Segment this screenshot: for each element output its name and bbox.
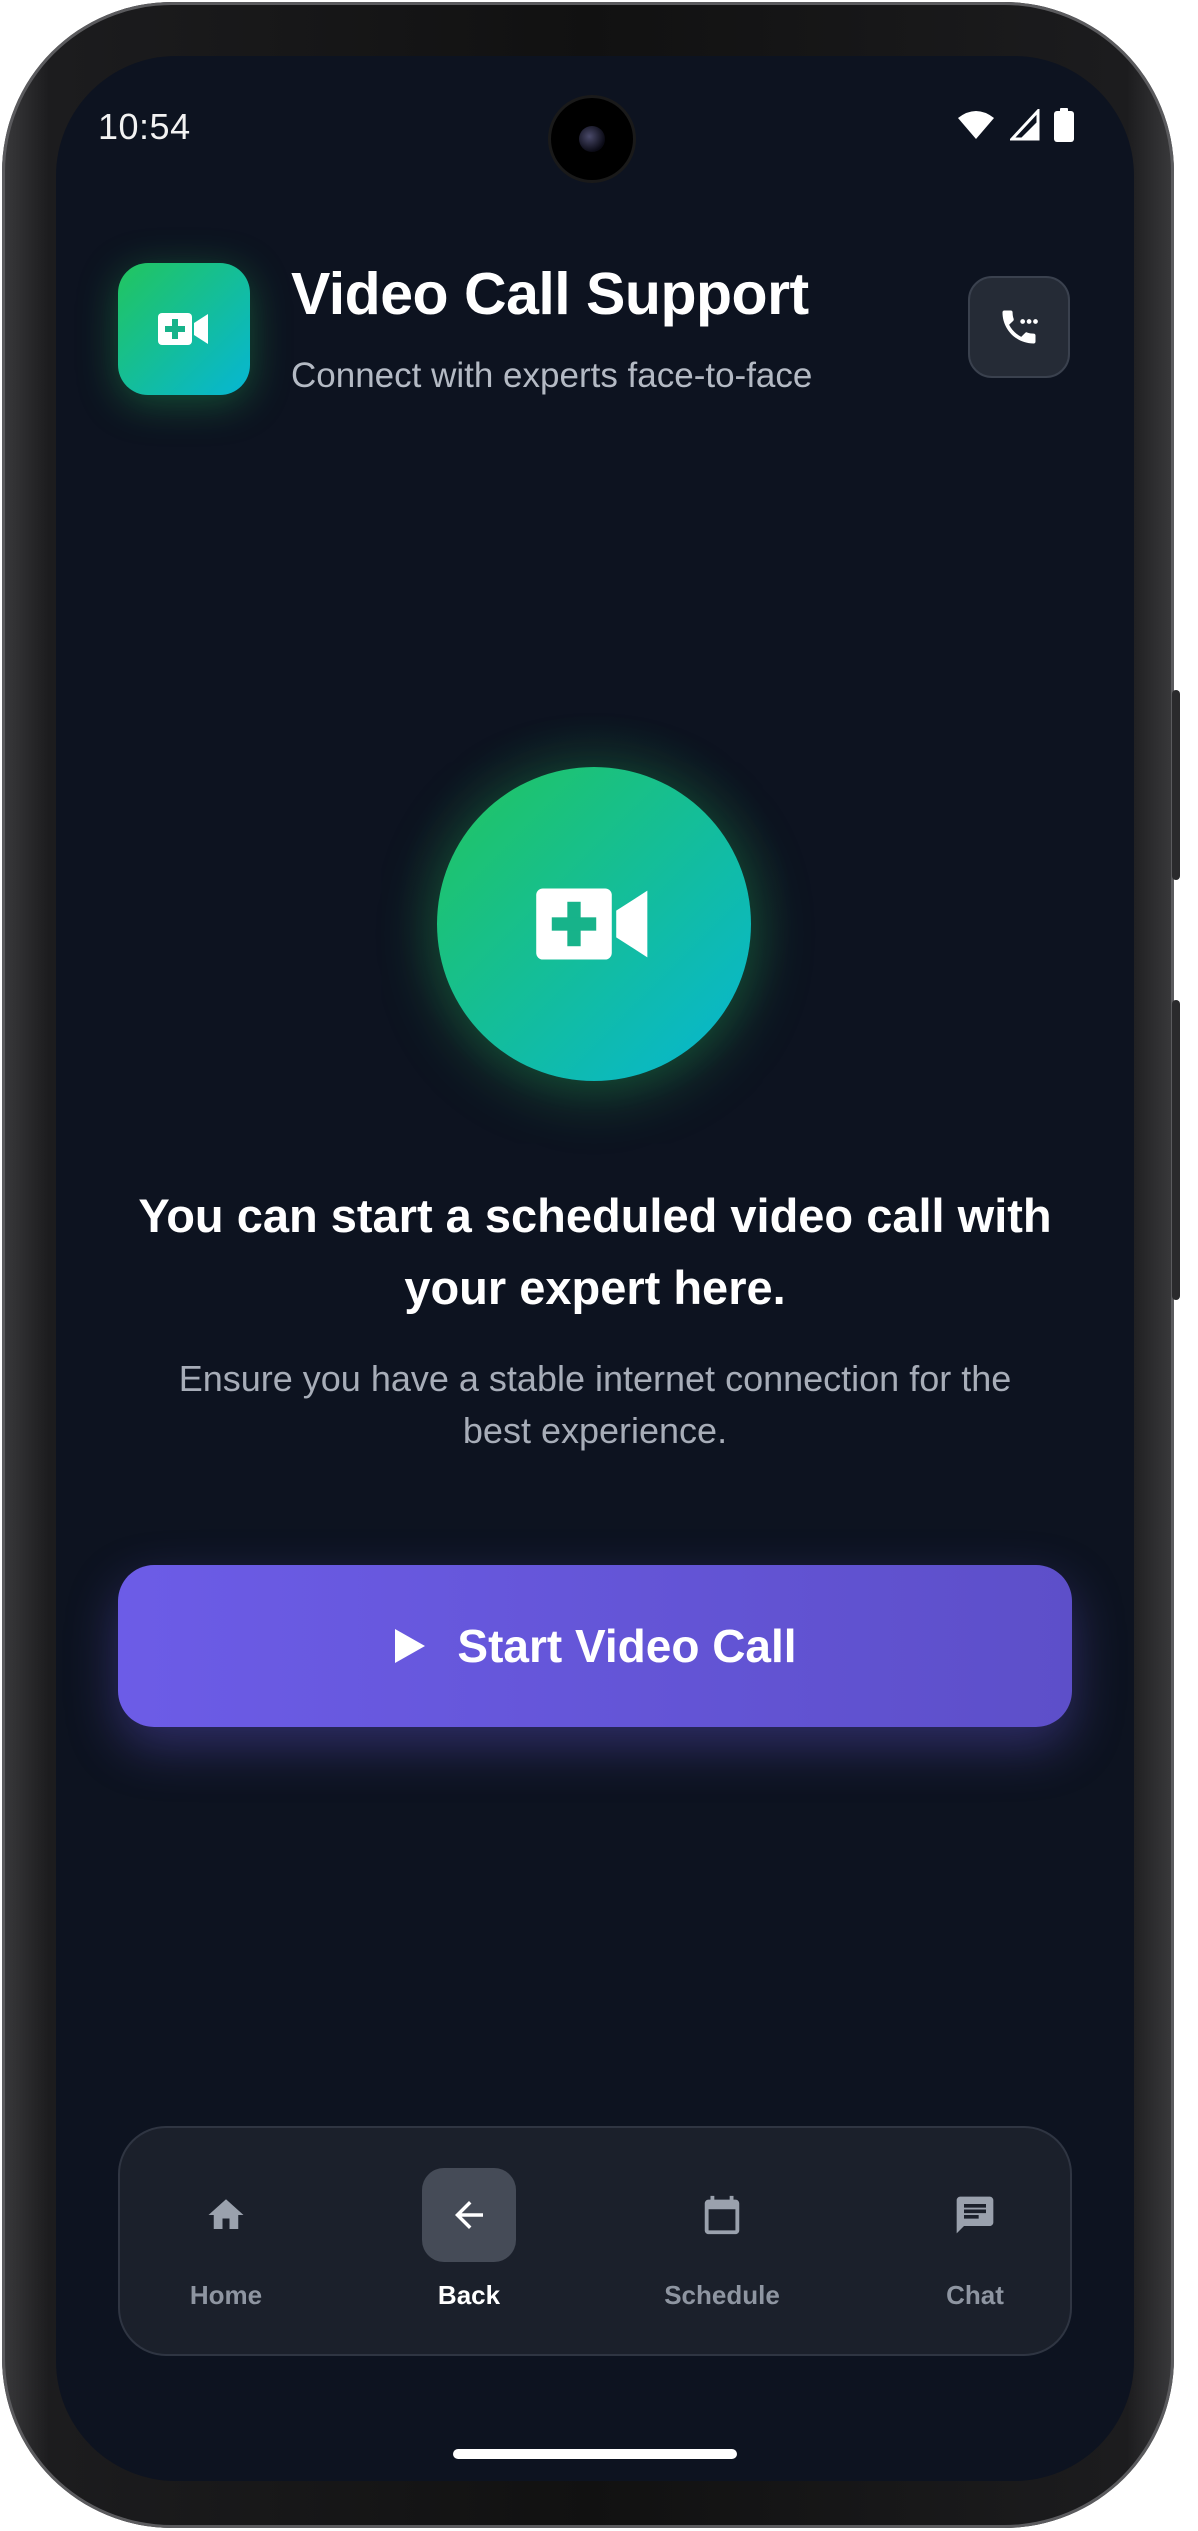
hero-note: Ensure you have a stable internet connec… <box>178 1358 1012 1451</box>
start-video-call-label: Start Video Call <box>457 1620 797 1672</box>
video-plus-icon <box>158 313 208 345</box>
bottom-nav: Home Back Schedule Chat <box>118 2126 1072 2356</box>
arrow-left-icon <box>455 2201 483 2229</box>
nav-chat-icon-wrap <box>928 2168 1022 2262</box>
page-title: Video Call Support <box>291 261 809 327</box>
nav-label-schedule: Schedule <box>664 2280 780 2310</box>
home-icon <box>208 2199 244 2229</box>
front-camera <box>551 98 633 180</box>
nav-home-icon-wrap <box>179 2168 273 2262</box>
header-video-icon-badge <box>118 263 250 395</box>
volume-button <box>1172 690 1180 880</box>
phone-dots-icon <box>1002 310 1038 344</box>
voice-call-button[interactable] <box>968 276 1070 378</box>
signal-icon <box>1010 109 1040 141</box>
battery-icon <box>1054 108 1074 142</box>
chat-icon <box>956 2196 994 2234</box>
hero-headline: You can start a scheduled video call wit… <box>138 1189 1052 1314</box>
nav-item-chat[interactable]: Chat <box>875 2168 1075 2311</box>
page-subtitle: Connect with experts face-to-face <box>291 356 813 395</box>
status-time: 10:54 <box>98 106 191 147</box>
status-icons <box>956 108 1074 142</box>
wifi-icon <box>958 111 994 139</box>
home-indicator[interactable] <box>453 2449 737 2459</box>
app-screen: 10:54 Video Call Support Connect with ex… <box>56 56 1134 2481</box>
nav-label-back: Back <box>437 2280 501 2310</box>
nav-item-back[interactable]: Back <box>369 2168 569 2311</box>
start-video-call-button[interactable]: Start Video Call <box>118 1565 1072 1727</box>
power-button <box>1172 1000 1180 1300</box>
nav-label-home: Home <box>189 2280 263 2310</box>
phone-device: 10:54 Video Call Support Connect with ex… <box>0 0 1198 2531</box>
nav-item-schedule[interactable]: Schedule <box>622 2168 822 2311</box>
nav-label-chat: Chat <box>946 2280 1004 2310</box>
nav-schedule-icon-wrap <box>675 2168 769 2262</box>
video-plus-icon <box>536 888 648 960</box>
nav-item-home[interactable]: Home <box>126 2168 326 2311</box>
hero-video-badge <box>437 767 751 1081</box>
calendar-icon <box>704 2195 740 2235</box>
nav-back-icon-wrap <box>422 2168 516 2262</box>
play-icon <box>395 1629 426 1663</box>
